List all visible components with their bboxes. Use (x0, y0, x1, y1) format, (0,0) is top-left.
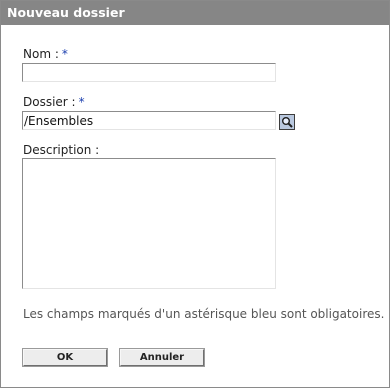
cancel-button[interactable]: Annuler (119, 348, 205, 367)
description-textarea[interactable] (22, 158, 276, 289)
magnifier-icon (282, 117, 293, 128)
folder-input[interactable] (22, 111, 276, 130)
required-fields-note: Les champs marqués d'un astérisque bleu … (23, 307, 385, 321)
folder-label-row: Dossier : * (23, 95, 85, 109)
folder-label: Dossier : (23, 95, 76, 109)
name-label-row: Nom : * (23, 47, 68, 61)
description-label: Description : (23, 143, 100, 157)
name-required-marker: * (61, 47, 68, 61)
ok-button[interactable]: OK (22, 348, 108, 367)
new-folder-dialog: Nouveau dossier Nom :* Dossier :* Descri… (0, 0, 390, 388)
name-input[interactable] (22, 63, 276, 82)
dialog-title: Nouveau dossier (1, 1, 389, 25)
folder-required-marker: * (78, 95, 85, 109)
name-label: Nom : (23, 47, 59, 61)
browse-folder-button[interactable] (279, 114, 295, 130)
